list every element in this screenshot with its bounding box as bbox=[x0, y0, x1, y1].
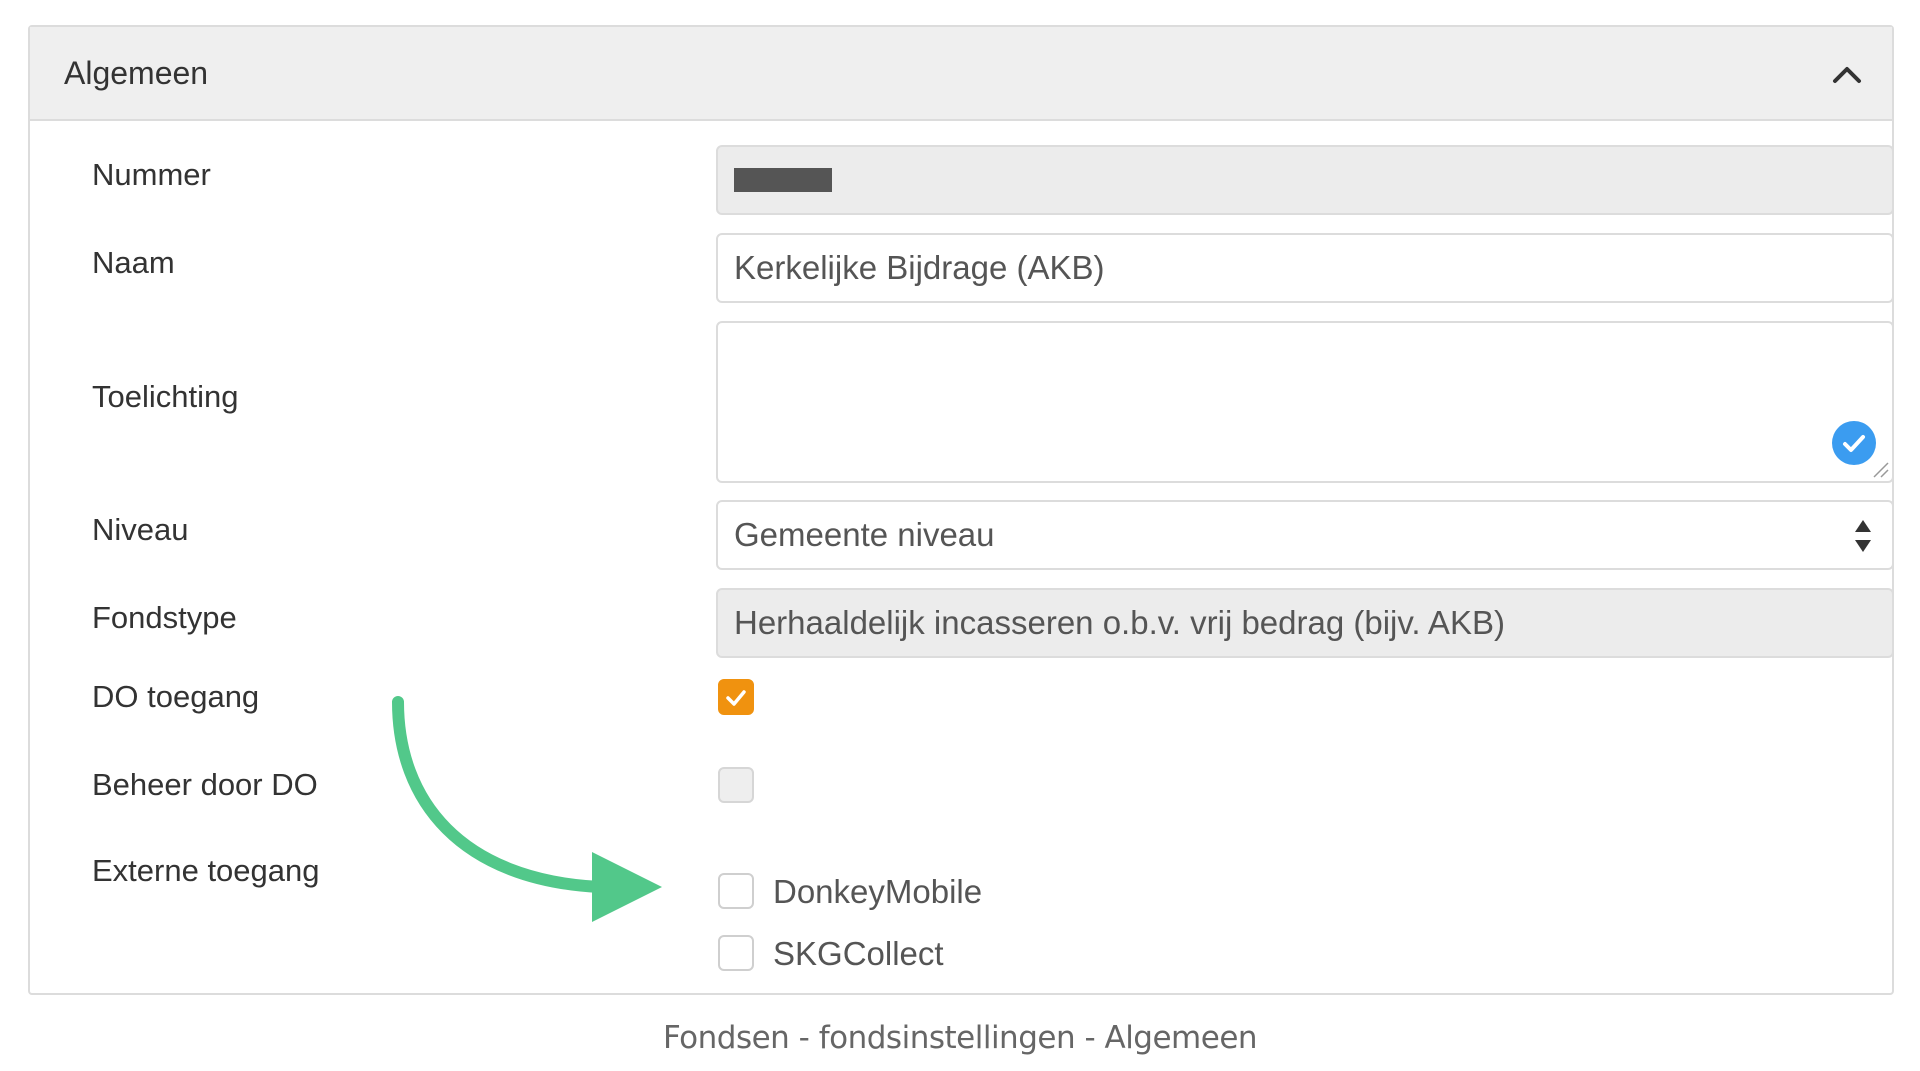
donkeymobile-label[interactable]: DonkeyMobile bbox=[773, 873, 982, 911]
figure-caption: Fondsen - fondsinstellingen - Algemeen bbox=[662, 1020, 1258, 1056]
redacted-value bbox=[734, 168, 832, 192]
label-nummer: Nummer bbox=[92, 157, 211, 192]
panel-header[interactable]: Algemeen bbox=[30, 27, 1892, 121]
do-toegang-checkbox[interactable] bbox=[718, 679, 754, 715]
nummer-field bbox=[716, 145, 1894, 215]
label-do-toegang: DO toegang bbox=[92, 679, 260, 714]
skgcollect-label[interactable]: SKGCollect bbox=[773, 935, 944, 973]
label-externe-toegang: Externe toegang bbox=[92, 853, 320, 888]
niveau-select[interactable]: Gemeente niveau bbox=[716, 500, 1894, 570]
resize-handle-icon[interactable] bbox=[1870, 459, 1890, 479]
fondstype-value: Herhaaldelijk incasseren o.b.v. vrij bed… bbox=[734, 604, 1505, 641]
naam-input[interactable]: Kerkelijke Bijdrage (AKB) bbox=[716, 233, 1894, 303]
beheer-door-do-checkbox[interactable] bbox=[718, 767, 754, 803]
chevron-up-icon[interactable] bbox=[1830, 59, 1864, 89]
checkmark-icon bbox=[726, 690, 746, 706]
toelichting-textarea[interactable] bbox=[716, 321, 1894, 483]
label-niveau: Niveau bbox=[92, 512, 189, 547]
skgcollect-checkbox[interactable] bbox=[718, 935, 754, 971]
label-fondstype: Fondstype bbox=[92, 600, 237, 635]
naam-value: Kerkelijke Bijdrage (AKB) bbox=[734, 249, 1105, 286]
algemeen-panel: Algemeen Nummer Naam Kerkelijke Bijdrage… bbox=[28, 25, 1894, 995]
label-toelichting: Toelichting bbox=[92, 379, 239, 414]
donkeymobile-checkbox[interactable] bbox=[718, 873, 754, 909]
niveau-value: Gemeente niveau bbox=[734, 516, 995, 553]
annotation-arrow-icon bbox=[392, 696, 662, 922]
panel-title: Algemeen bbox=[64, 55, 209, 91]
fondstype-field: Herhaaldelijk incasseren o.b.v. vrij bed… bbox=[716, 588, 1894, 658]
label-naam: Naam bbox=[92, 245, 175, 280]
select-updown-icon bbox=[1855, 520, 1871, 552]
label-beheer-door-do: Beheer door DO bbox=[92, 767, 318, 802]
